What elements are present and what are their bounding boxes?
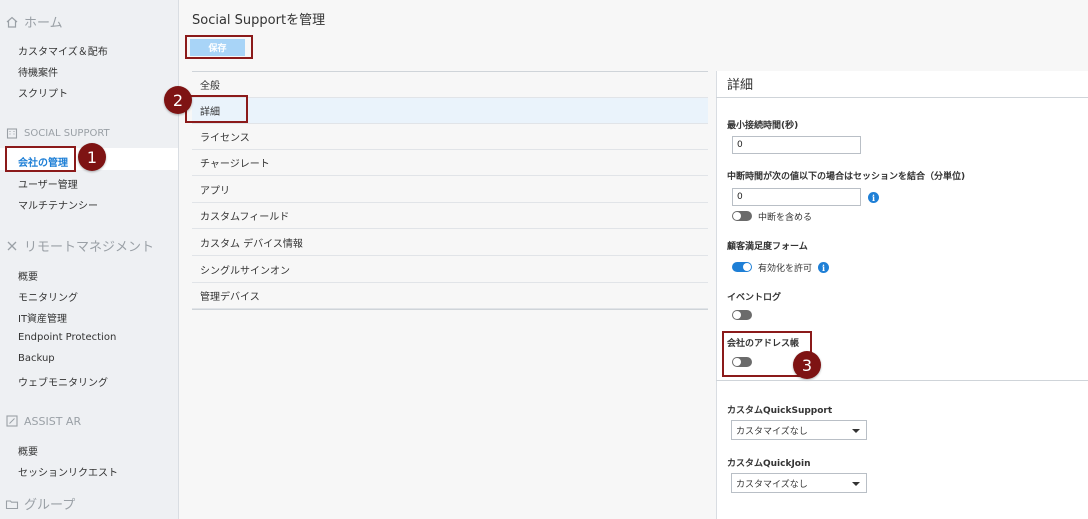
- menu-bottom-divider: [192, 309, 708, 310]
- custom-quicksupport-select[interactable]: カスタマイズなし: [731, 420, 867, 440]
- page-title: Social Supportを管理: [192, 13, 326, 28]
- sidebar-item-customize[interactable]: カスタマイズ＆配布: [18, 43, 108, 58]
- merge-sessions-label: 中断時間が次の値以下の場合はセッションを結合（分単位): [727, 172, 966, 182]
- details-panel-divider: [716, 97, 1088, 98]
- allow-enable-label: 有効化を許可: [758, 264, 813, 274]
- ar-icon: [5, 414, 19, 428]
- annotation-marker-1: 1: [78, 143, 106, 171]
- allow-enable-toggle[interactable]: [732, 262, 752, 272]
- chevron-down-icon: [852, 429, 860, 433]
- sidebar-item-waiting[interactable]: 待機案件: [18, 64, 58, 79]
- sidebar-item-users[interactable]: ユーザー管理: [18, 176, 78, 191]
- sidebar-section-assist-ar[interactable]: ASSIST AR: [5, 414, 81, 428]
- custom-quickjoin-select[interactable]: カスタマイズなし: [731, 473, 867, 493]
- tools-icon: [5, 239, 19, 253]
- merge-sessions-input[interactable]: 0: [732, 188, 861, 206]
- sidebar-item-asset[interactable]: IT資産管理: [18, 310, 67, 325]
- toggle-knob: [733, 311, 741, 319]
- chevron-down-icon: [852, 482, 860, 486]
- details-panel-divider-2: [716, 380, 1088, 381]
- custom-quickjoin-value: カスタマイズなし: [736, 479, 808, 490]
- annotation-box-1: [5, 146, 76, 172]
- sidebar-section-group-label: グループ: [24, 498, 76, 513]
- sidebar-item-overview[interactable]: 概要: [18, 268, 38, 283]
- sidebar-section-home-label: ホーム: [24, 16, 63, 31]
- menu-item-details[interactable]: 詳細: [192, 98, 708, 124]
- menu-item-custom-device-info[interactable]: カスタム デバイス情報: [192, 230, 708, 256]
- sidebar-section-home[interactable]: ホーム: [5, 12, 63, 31]
- annotation-box-save: [185, 35, 253, 59]
- sidebar-item-session-requests[interactable]: セッションリクエスト: [18, 464, 118, 479]
- annotation-marker-2: 2: [164, 86, 192, 114]
- sidebar-section-assist-label: ASSIST AR: [24, 414, 82, 428]
- menu-item-license[interactable]: ライセンス: [192, 124, 708, 150]
- sidebar-item-scripts[interactable]: スクリプト: [18, 85, 68, 100]
- menu-item-charge-rate[interactable]: チャージレート: [192, 150, 708, 176]
- info-icon[interactable]: i: [818, 262, 829, 273]
- info-icon[interactable]: i: [868, 192, 879, 203]
- menu-item-apps[interactable]: アプリ: [192, 177, 708, 203]
- min-duration-input[interactable]: 0: [732, 136, 861, 154]
- folder-icon: [5, 497, 19, 511]
- event-log-label: イベントログ: [727, 293, 782, 303]
- event-log-toggle[interactable]: [732, 310, 752, 320]
- survey-label: 顧客満足度フォーム: [727, 242, 808, 252]
- sidebar-item-backup[interactable]: Backup: [18, 353, 55, 364]
- toggle-knob: [733, 212, 741, 220]
- custom-quickjoin-label: カスタムQuickJoin: [727, 459, 811, 469]
- min-duration-label: 最小接続時間(秒): [727, 121, 799, 131]
- details-panel-title: 詳細: [727, 78, 754, 93]
- menu-item-sso[interactable]: シングルサインオン: [192, 257, 708, 283]
- custom-quicksupport-label: カスタムQuickSupport: [727, 406, 833, 416]
- sidebar-item-assist-overview[interactable]: 概要: [18, 443, 38, 458]
- menu-item-custom-fields[interactable]: カスタムフィールド: [192, 203, 708, 229]
- include-break-toggle[interactable]: [732, 211, 752, 221]
- sidebar-section-social-label: SOCIAL SUPPORT: [24, 127, 110, 139]
- building-icon: [5, 126, 19, 140]
- sidebar: ホーム カスタマイズ＆配布 待機案件 スクリプト SOCIAL SUPPORT …: [0, 0, 179, 519]
- sidebar-item-web-monitoring[interactable]: ウェブモニタリング: [18, 374, 108, 389]
- annotation-marker-3: 3: [793, 351, 821, 379]
- annotation-box-2: [185, 95, 248, 123]
- menu-item-general[interactable]: 全般: [192, 72, 708, 98]
- sidebar-section-group[interactable]: グループ: [5, 494, 75, 513]
- sidebar-item-multitenancy[interactable]: マルチテナンシー: [18, 197, 98, 212]
- include-break-label: 中断を含める: [758, 213, 813, 223]
- sidebar-item-endpoint[interactable]: Endpoint Protection: [18, 332, 116, 343]
- menu-item-managed-devices[interactable]: 管理デバイス: [192, 283, 708, 309]
- custom-quicksupport-value: カスタマイズなし: [736, 426, 808, 437]
- sidebar-section-remote[interactable]: リモートマネジメント: [5, 236, 154, 255]
- sidebar-section-social-support[interactable]: SOCIAL SUPPORT: [5, 126, 110, 140]
- toggle-knob: [743, 263, 751, 271]
- sidebar-section-remote-label: リモートマネジメント: [24, 240, 155, 255]
- home-icon: [5, 15, 19, 29]
- sidebar-item-monitoring[interactable]: モニタリング: [18, 289, 78, 304]
